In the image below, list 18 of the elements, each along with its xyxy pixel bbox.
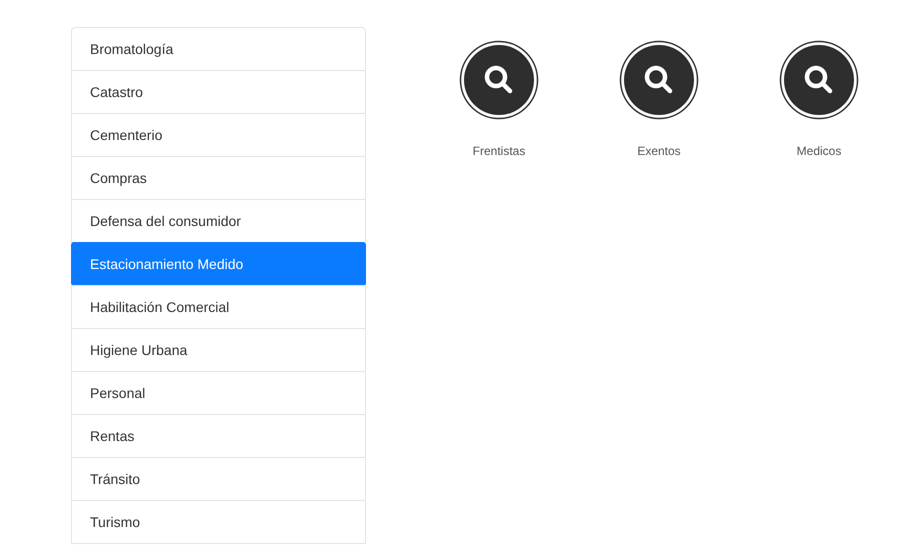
shortcut[interactable]: Medicos — [739, 40, 899, 160]
menu-item[interactable]: Catastro — [71, 70, 366, 114]
search-icon — [459, 40, 539, 120]
menu-item[interactable]: Habilitación Comercial — [71, 285, 366, 329]
menu-item[interactable]: Tránsito — [71, 457, 366, 501]
menu-item[interactable]: Rentas — [71, 414, 366, 458]
search-icon — [619, 40, 699, 120]
menu-item[interactable]: Higiene Urbana — [71, 328, 366, 372]
menu-item[interactable]: Bromatología — [71, 27, 366, 71]
shortcut[interactable]: Frentistas — [419, 40, 579, 160]
search-icon — [779, 40, 859, 120]
menu-item[interactable]: Cementerio — [71, 113, 366, 157]
menu-item[interactable]: Compras — [71, 156, 366, 200]
menu-item[interactable]: Defensa del consumidor — [71, 199, 366, 243]
menu-item[interactable]: Personal — [71, 371, 366, 415]
shortcut[interactable]: Exentos — [579, 40, 739, 160]
menu-item[interactable]: Turismo — [71, 500, 366, 544]
menu-item[interactable]: Estacionamiento Medido — [71, 242, 366, 286]
